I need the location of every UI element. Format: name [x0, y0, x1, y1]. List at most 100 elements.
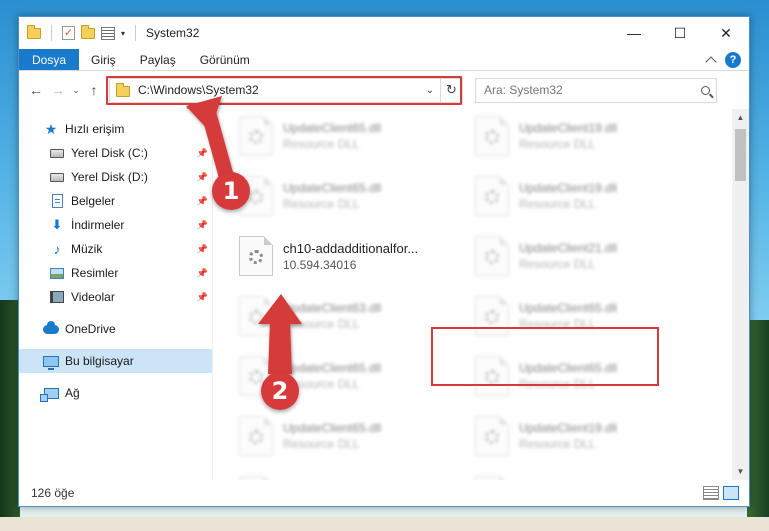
dll-file-icon — [239, 236, 273, 276]
properties-check-icon[interactable]: ✓ — [62, 26, 75, 40]
pin-icon[interactable]: 📌 — [197, 196, 208, 207]
help-icon[interactable]: ? — [725, 51, 741, 68]
pin-icon[interactable]: 📌 — [197, 292, 208, 303]
pin-icon[interactable]: 📌 — [197, 172, 208, 183]
sidebar-item-label: Resimler — [71, 266, 119, 280]
scroll-thumb[interactable] — [735, 129, 746, 181]
sidebar-item-label: İndirmeler — [71, 218, 125, 232]
sidebar-item-local-disk-d[interactable]: Yerel Disk (D:) 📌 — [19, 165, 212, 189]
sidebar-item-network[interactable]: Ağ — [19, 381, 212, 405]
file-text: UpdateClient65.dll Resource DLL — [283, 421, 381, 451]
search-input[interactable] — [484, 83, 694, 97]
sidebar-item-this-pc[interactable]: Bu bilgisayar — [19, 349, 212, 373]
file-tile[interactable]: UpdateClient65.dllResource DLL — [475, 471, 711, 480]
music-icon: ♪ — [53, 241, 61, 257]
file-tile[interactable]: UpdateClient21.dllResource DLL — [239, 471, 475, 480]
sidebar-item-label: Yerel Disk (D:) — [71, 170, 148, 184]
search-icon[interactable] — [694, 85, 716, 95]
address-dropdown-icon[interactable]: ⌄ — [420, 85, 440, 96]
recent-locations-button[interactable]: ⌄ — [69, 79, 83, 101]
file-text: UpdateClient65.dll Resource DLL — [283, 181, 381, 211]
close-button[interactable]: ✕ — [703, 17, 749, 49]
sidebar-item-onedrive[interactable]: OneDrive — [19, 317, 212, 341]
documents-icon — [49, 194, 65, 208]
sidebar-item-label: Bu bilgisayar — [65, 354, 134, 368]
tab-home[interactable]: Giriş — [79, 49, 128, 70]
gear-icon — [485, 190, 499, 204]
file-name: UpdateClient65.dll — [519, 361, 618, 375]
properties-list-icon[interactable] — [101, 26, 115, 40]
forward-button[interactable]: → — [47, 79, 69, 101]
sidebar-item-music[interactable]: ♪ Müzik 📌 — [19, 237, 212, 261]
sidebar-item-local-disk-c[interactable]: Yerel Disk (C:) 📌 — [19, 141, 212, 165]
maximize-button[interactable]: ☐ — [657, 17, 703, 49]
file-text: UpdateClient65.dll Resource DLL — [519, 301, 617, 331]
expand-ribbon-chevron-icon[interactable] — [705, 55, 717, 68]
new-folder-icon[interactable] — [81, 24, 95, 39]
sidebar-item-label: Belgeler — [71, 194, 116, 208]
file-tile[interactable]: UpdateClient19.dll Resource DLL — [475, 111, 711, 161]
gear-icon — [485, 250, 499, 264]
file-tile[interactable]: UpdateClient63.dll Resource DLL — [239, 291, 475, 341]
file-tile[interactable]: UpdateClient21.dllResource DLL — [475, 231, 711, 281]
target-file-tile[interactable]: ch10-addadditionalfor... 10.594.34016 — [239, 231, 475, 281]
file-tile[interactable]: UpdateClient65.dllResource DLL — [239, 411, 475, 461]
details-view-icon[interactable] — [703, 486, 719, 500]
file-list: UpdateClient65.dll Resource DLL UpdateClie… — [213, 109, 749, 480]
tab-file[interactable]: Dosya — [19, 49, 80, 70]
vertical-scrollbar[interactable]: ▲ ▼ — [732, 109, 749, 480]
pin-icon[interactable]: 📌 — [197, 148, 208, 159]
sidebar-item-pictures[interactable]: Resimler 📌 — [19, 261, 212, 285]
sidebar-item-downloads[interactable]: ⬇ İndirmeler 📌 — [19, 213, 212, 237]
customize-toolbar-chevron-icon[interactable]: ▾ — [121, 29, 125, 38]
file-text: UpdateClient65.dll Resource DLL — [519, 361, 617, 391]
file-tile[interactable]: UpdateClient19.dll Resource DLL — [475, 411, 711, 461]
sidebar-item-videos[interactable]: Videolar 📌 — [19, 285, 212, 309]
file-text: UpdateClient65.dll Resource DLL — [283, 121, 381, 151]
gear-icon — [249, 130, 263, 144]
ribbon-tabs: Dosya Giriş Paylaş Görünüm ? — [19, 49, 749, 71]
scroll-down-icon[interactable]: ▼ — [732, 463, 749, 480]
file-tile[interactable]: UpdateClient65.dllResource DLL — [239, 171, 475, 221]
file-text: UpdateClient21.dll Resource DLL — [519, 241, 617, 271]
file-name: UpdateClient65.dll — [283, 361, 382, 375]
sidebar-item-label: Müzik — [71, 242, 103, 256]
folder-icon — [116, 82, 130, 97]
file-tile[interactable]: UpdateClient65.dllResource DLL — [475, 291, 711, 341]
folder-icon — [27, 24, 41, 39]
local-disk-icon — [49, 170, 65, 184]
file-name: UpdateClient19.dll — [519, 121, 618, 135]
minimize-button[interactable]: — — [611, 17, 657, 49]
address-bar[interactable]: C:\Windows\System32 ⌄ ↻ — [106, 75, 463, 105]
file-tile[interactable]: UpdateClient65.dllResource DLL — [239, 111, 475, 161]
file-tile[interactable]: UpdateClient65.dllResource DLL — [475, 351, 711, 401]
refresh-icon[interactable]: ↻ — [440, 78, 462, 102]
desktop-palm-left — [0, 300, 20, 531]
file-name: UpdateClient63.dll — [283, 301, 382, 315]
file-text: UpdateClient63.dll Resource DLL — [283, 301, 381, 331]
back-button[interactable]: ← — [25, 79, 47, 101]
pin-icon[interactable]: 📌 — [197, 220, 208, 231]
scroll-up-icon[interactable]: ▲ — [732, 109, 749, 126]
up-button[interactable]: ↑ — [83, 79, 105, 101]
dll-file-icon — [239, 296, 273, 336]
tiles-view-icon[interactable] — [723, 486, 739, 500]
sidebar-item-quick-access[interactable]: ★ Hızlı erişim — [19, 117, 212, 141]
pin-icon[interactable]: 📌 — [197, 244, 208, 255]
sidebar-item-label: Ağ — [65, 386, 80, 400]
tab-share[interactable]: Paylaş — [128, 49, 188, 70]
desktop-palm-right — [747, 320, 769, 531]
dll-file-icon — [475, 356, 509, 396]
desktop-sand — [0, 517, 769, 531]
dll-file-icon — [239, 416, 273, 456]
address-path[interactable]: C:\Windows\System32 — [138, 83, 420, 97]
pin-icon[interactable]: 📌 — [197, 268, 208, 279]
navigation-pane: ★ Hızlı erişim Yerel Disk (C:) 📌 Yerel D… — [19, 109, 213, 480]
file-grid: UpdateClient65.dll Resource DLL UpdateClie… — [239, 111, 711, 480]
tab-view[interactable]: Görünüm — [188, 49, 262, 70]
file-type: Resource DLL — [519, 437, 596, 451]
sidebar-item-documents[interactable]: Belgeler 📌 — [19, 189, 212, 213]
file-text: UpdateClient19.dll Resource DLL — [519, 121, 617, 151]
search-box[interactable] — [475, 77, 717, 103]
file-tile[interactable]: UpdateClient19.dll Resource DLL — [475, 171, 711, 221]
